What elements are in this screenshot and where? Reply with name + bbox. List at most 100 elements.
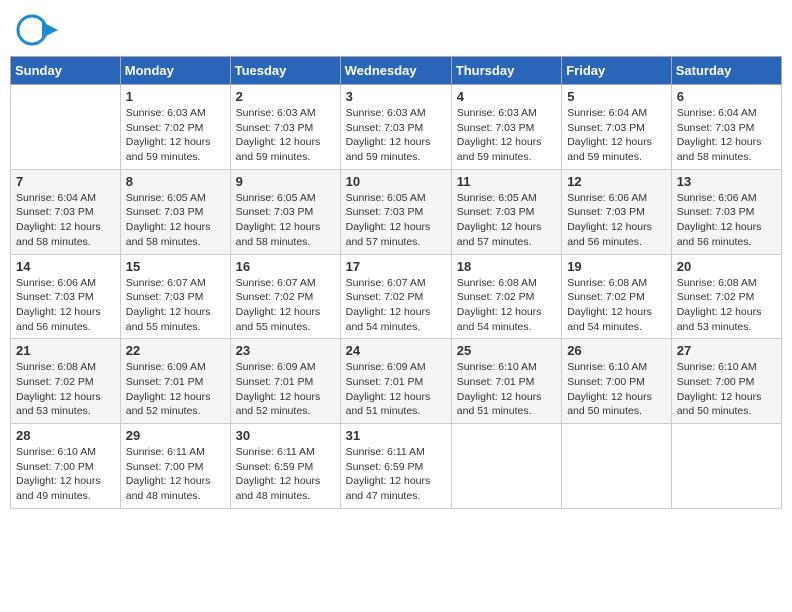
day-number: 17 (346, 259, 446, 274)
calendar-cell: 22 Sunrise: 6:09 AMSunset: 7:01 PMDayligh… (120, 339, 230, 424)
calendar-cell: 21 Sunrise: 6:08 AMSunset: 7:02 PMDayligh… (11, 339, 121, 424)
day-number: 19 (567, 259, 666, 274)
calendar-cell: 6 Sunrise: 6:04 AMSunset: 7:03 PMDaylight… (671, 85, 781, 170)
day-info: Sunrise: 6:11 AMSunset: 7:00 PMDaylight:… (126, 445, 225, 504)
day-number: 25 (457, 343, 556, 358)
calendar-cell (11, 85, 121, 170)
calendar-cell: 25 Sunrise: 6:10 AMSunset: 7:01 PMDayligh… (451, 339, 561, 424)
day-number: 31 (346, 428, 446, 443)
calendar-cell: 18 Sunrise: 6:08 AMSunset: 7:02 PMDayligh… (451, 254, 561, 339)
calendar-cell: 19 Sunrise: 6:08 AMSunset: 7:02 PMDayligh… (562, 254, 672, 339)
day-number: 8 (126, 174, 225, 189)
day-number: 14 (16, 259, 115, 274)
day-info: Sunrise: 6:04 AMSunset: 7:03 PMDaylight:… (16, 191, 115, 250)
day-number: 7 (16, 174, 115, 189)
calendar-cell: 4 Sunrise: 6:03 AMSunset: 7:03 PMDaylight… (451, 85, 561, 170)
day-info: Sunrise: 6:10 AMSunset: 7:00 PMDaylight:… (16, 445, 115, 504)
calendar-cell: 24 Sunrise: 6:09 AMSunset: 7:01 PMDayligh… (340, 339, 451, 424)
day-number: 24 (346, 343, 446, 358)
day-number: 1 (126, 89, 225, 104)
calendar-cell: 28 Sunrise: 6:10 AMSunset: 7:00 PMDayligh… (11, 424, 121, 509)
day-info: Sunrise: 6:05 AMSunset: 7:03 PMDaylight:… (457, 191, 556, 250)
day-info: Sunrise: 6:10 AMSunset: 7:01 PMDaylight:… (457, 360, 556, 419)
calendar-cell (451, 424, 561, 509)
day-info: Sunrise: 6:08 AMSunset: 7:02 PMDaylight:… (16, 360, 115, 419)
day-info: Sunrise: 6:03 AMSunset: 7:03 PMDaylight:… (457, 106, 556, 165)
calendar-cell: 12Sunrise: 6:06 AMSunset: 7:03 PMDayligh… (562, 169, 672, 254)
day-number: 3 (346, 89, 446, 104)
calendar-cell: 13 Sunrise: 6:06 AMSunset: 7:03 PMDayligh… (671, 169, 781, 254)
day-number: 26 (567, 343, 666, 358)
day-info: Sunrise: 6:09 AMSunset: 7:01 PMDaylight:… (346, 360, 446, 419)
day-number: 30 (236, 428, 335, 443)
day-info: Sunrise: 6:03 AMSunset: 7:02 PMDaylight:… (126, 106, 225, 165)
calendar-cell: 26 Sunrise: 6:10 AMSunset: 7:00 PMDayligh… (562, 339, 672, 424)
day-number: 20 (677, 259, 776, 274)
day-number: 23 (236, 343, 335, 358)
calendar-cell: 7 Sunrise: 6:04 AMSunset: 7:03 PMDaylight… (11, 169, 121, 254)
calendar-cell: 9 Sunrise: 6:05 AMSunset: 7:03 PMDaylight… (230, 169, 340, 254)
col-header-tuesday: Tuesday (230, 57, 340, 85)
day-number: 4 (457, 89, 556, 104)
calendar-cell: 10 Sunrise: 6:05 AMSunset: 7:03 PMDayligh… (340, 169, 451, 254)
logo-icon (14, 10, 52, 48)
col-header-sunday: Sunday (11, 57, 121, 85)
day-number: 27 (677, 343, 776, 358)
day-info: Sunrise: 6:08 AMSunset: 7:02 PMDaylight:… (677, 276, 776, 335)
day-info: Sunrise: 6:06 AMSunset: 7:03 PMDaylight:… (677, 191, 776, 250)
day-info: Sunrise: 6:09 AMSunset: 7:01 PMDaylight:… (126, 360, 225, 419)
day-number: 18 (457, 259, 556, 274)
day-number: 2 (236, 89, 335, 104)
day-info: Sunrise: 6:05 AMSunset: 7:03 PMDaylight:… (126, 191, 225, 250)
day-info: Sunrise: 6:11 AMSunset: 6:59 PMDaylight:… (346, 445, 446, 504)
calendar-cell: 14 Sunrise: 6:06 AMSunset: 7:03 PMDayligh… (11, 254, 121, 339)
calendar-cell: 29 Sunrise: 6:11 AMSunset: 7:00 PMDayligh… (120, 424, 230, 509)
day-number: 11 (457, 174, 556, 189)
day-info: Sunrise: 6:04 AMSunset: 7:03 PMDaylight:… (567, 106, 666, 165)
day-number: 10 (346, 174, 446, 189)
col-header-monday: Monday (120, 57, 230, 85)
day-info: Sunrise: 6:05 AMSunset: 7:03 PMDaylight:… (236, 191, 335, 250)
day-info: Sunrise: 6:06 AMSunset: 7:03 PMDaylight:… (16, 276, 115, 335)
day-number: 28 (16, 428, 115, 443)
calendar-table: SundayMondayTuesdayWednesdayThursdayFrid… (10, 56, 782, 509)
day-info: Sunrise: 6:07 AMSunset: 7:03 PMDaylight:… (126, 276, 225, 335)
calendar-cell: 27 Sunrise: 6:10 AMSunset: 7:00 PMDayligh… (671, 339, 781, 424)
day-info: Sunrise: 6:10 AMSunset: 7:00 PMDaylight:… (567, 360, 666, 419)
day-number: 13 (677, 174, 776, 189)
day-info: Sunrise: 6:10 AMSunset: 7:00 PMDaylight:… (677, 360, 776, 419)
calendar-cell (671, 424, 781, 509)
day-number: 15 (126, 259, 225, 274)
day-number: 16 (236, 259, 335, 274)
calendar-cell: 20 Sunrise: 6:08 AMSunset: 7:02 PMDayligh… (671, 254, 781, 339)
day-info: Sunrise: 6:04 AMSunset: 7:03 PMDaylight:… (677, 106, 776, 165)
calendar-cell: 8 Sunrise: 6:05 AMSunset: 7:03 PMDaylight… (120, 169, 230, 254)
day-info: Sunrise: 6:05 AMSunset: 7:03 PMDaylight:… (346, 191, 446, 250)
day-info: Sunrise: 6:08 AMSunset: 7:02 PMDaylight:… (457, 276, 556, 335)
calendar-cell: 11 Sunrise: 6:05 AMSunset: 7:03 PMDayligh… (451, 169, 561, 254)
calendar-cell: 17Sunrise: 6:07 AMSunset: 7:02 PMDayligh… (340, 254, 451, 339)
day-number: 21 (16, 343, 115, 358)
calendar-cell: 30Sunrise: 6:11 AMSunset: 6:59 PMDayligh… (230, 424, 340, 509)
day-info: Sunrise: 6:08 AMSunset: 7:02 PMDaylight:… (567, 276, 666, 335)
day-number: 29 (126, 428, 225, 443)
day-number: 6 (677, 89, 776, 104)
calendar-cell: 23Sunrise: 6:09 AMSunset: 7:01 PMDayligh… (230, 339, 340, 424)
day-number: 5 (567, 89, 666, 104)
day-number: 22 (126, 343, 225, 358)
day-number: 12 (567, 174, 666, 189)
day-info: Sunrise: 6:03 AMSunset: 7:03 PMDaylight:… (236, 106, 335, 165)
page-header (10, 10, 782, 48)
calendar-cell: 16 Sunrise: 6:07 AMSunset: 7:02 PMDayligh… (230, 254, 340, 339)
calendar-cell (562, 424, 672, 509)
day-info: Sunrise: 6:07 AMSunset: 7:02 PMDaylight:… (236, 276, 335, 335)
col-header-wednesday: Wednesday (340, 57, 451, 85)
col-header-thursday: Thursday (451, 57, 561, 85)
calendar-cell: 2 Sunrise: 6:03 AMSunset: 7:03 PMDaylight… (230, 85, 340, 170)
logo (14, 10, 56, 48)
col-header-saturday: Saturday (671, 57, 781, 85)
day-info: Sunrise: 6:03 AMSunset: 7:03 PMDaylight:… (346, 106, 446, 165)
calendar-cell: 3 Sunrise: 6:03 AMSunset: 7:03 PMDaylight… (340, 85, 451, 170)
calendar-cell: 1 Sunrise: 6:03 AMSunset: 7:02 PMDaylight… (120, 85, 230, 170)
day-number: 9 (236, 174, 335, 189)
